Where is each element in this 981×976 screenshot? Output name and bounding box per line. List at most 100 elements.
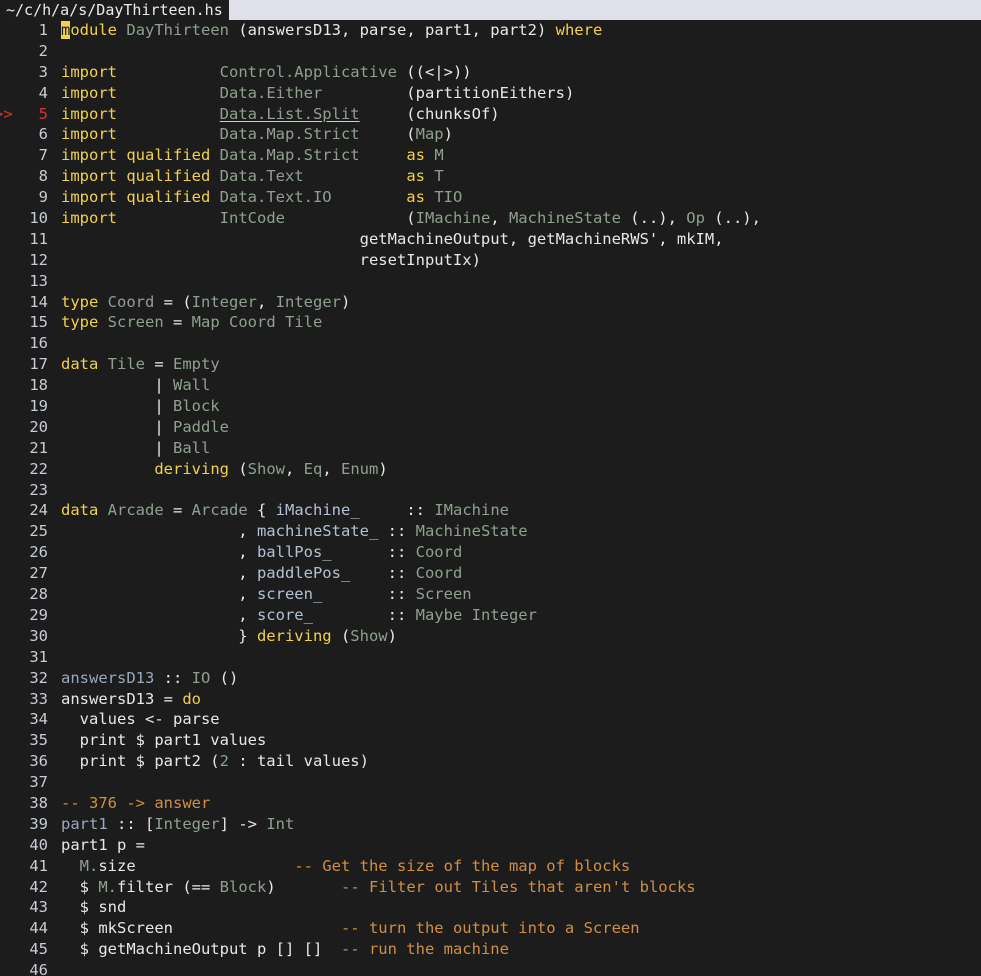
file-tab[interactable]: ~/c/h/a/s/DayThirteen.hs — [0, 0, 229, 20]
code-token: Eq — [303, 459, 323, 478]
code-token: 2 — [219, 752, 229, 771]
code-token: Coord — [107, 292, 155, 311]
code-token: Op — [686, 209, 705, 228]
line-number: 39 — [29, 814, 48, 833]
code-token: (chunksOf) — [359, 104, 500, 123]
code-token: Show — [350, 626, 388, 645]
line-number: 22 — [29, 459, 48, 478]
line-number: 31 — [29, 647, 48, 666]
code-text: M.size -- Get the size of the map of blo… — [61, 856, 631, 877]
code-token: resetInputIx) — [61, 250, 481, 269]
code-token: ( — [331, 626, 351, 645]
code-token: , — [61, 585, 257, 604]
code-token: Coord — [415, 564, 463, 583]
code-line: 30 } deriving (Show) — [0, 626, 981, 647]
code-text: , paddlePos_ :: Coord — [61, 563, 462, 584]
code-line: 17 data Tile = Empty — [0, 354, 981, 375]
code-token: (answersD13, parse, part1, part2) — [229, 21, 556, 39]
line-number: 43 — [29, 898, 48, 917]
code-line: 42 $ M.filter (== Block) -- Filter out T… — [0, 877, 981, 898]
code-token: getMachineOutput, getMachineRWS', mkIM, — [61, 229, 724, 248]
code-token: MachineState — [415, 522, 528, 541]
code-token: : tail values) — [228, 752, 369, 771]
code-line: 41 M.size -- Get the size of the map of … — [0, 856, 981, 877]
code-token: Block — [172, 397, 220, 416]
code-text: | Ball — [61, 438, 210, 459]
code-token: ((<|>)) — [396, 62, 472, 81]
code-token: data — [61, 501, 99, 520]
code-token: ) — [341, 292, 351, 311]
code-token: , — [490, 209, 509, 228]
code-token: part1 — [61, 814, 108, 833]
line-number: 23 — [29, 480, 48, 499]
code-token: -- turn the output into a Screen — [340, 919, 640, 938]
line-number: 37 — [29, 773, 48, 792]
code-token: Wall — [172, 376, 211, 395]
line-number: 33 — [29, 689, 48, 708]
code-token: Data.Map.Strict — [219, 125, 360, 144]
code-token: () — [210, 668, 239, 687]
line-number: 45 — [29, 940, 48, 959]
code-token: -- Get the size of the map of blocks — [294, 856, 631, 875]
code-text: import Data.Map.Strict (Map) — [61, 124, 453, 145]
line-number: 16 — [29, 334, 48, 353]
code-editor[interactable]: 1 module DayThirteen (answersD13, parse, … — [0, 20, 981, 976]
line-number: 14 — [29, 292, 48, 311]
code-token: ( — [228, 459, 248, 478]
code-token: import qualified — [61, 167, 211, 186]
code-line: 10 import IntCode (IMachine, MachineState… — [0, 208, 981, 229]
code-token: as — [406, 188, 425, 207]
code-line: 44 $ mkScreen -- turn the output into a … — [0, 918, 981, 939]
code-text: part1 :: [Integer] -> Int — [61, 814, 294, 835]
code-line: 7 import qualified Data.Map.Strict as M — [0, 145, 981, 166]
code-line: 37 — [0, 772, 981, 793]
code-line: 38 -- 376 -> answer — [0, 793, 981, 814]
line-number: 9 — [38, 188, 48, 207]
line-number: 6 — [38, 125, 48, 144]
code-token: type — [61, 292, 99, 311]
code-text: | Wall — [61, 375, 210, 396]
line-number: 8 — [38, 167, 48, 186]
code-text: import qualified Data.Text as T — [61, 166, 444, 187]
code-line: 2 — [0, 41, 981, 62]
code-token: import qualified — [61, 188, 211, 207]
code-token: import qualified — [61, 146, 211, 165]
code-line: 27 , paddlePos_ :: Coord — [0, 563, 981, 584]
code-line: 32 answersD13 :: IO () — [0, 668, 981, 689]
code-text: deriving (Show, Eq, Enum) — [61, 459, 387, 480]
code-text: , machineState_ :: MachineState — [61, 521, 528, 542]
code-token: IntCode — [219, 209, 285, 228]
code-token: = — [163, 501, 192, 520]
line-number: 34 — [29, 710, 48, 729]
code-token: Screen — [107, 313, 164, 332]
code-token: :: — [359, 501, 435, 520]
line-number: 15 — [29, 313, 48, 332]
line-number: 40 — [29, 835, 48, 854]
code-token: ballPos_ — [256, 543, 332, 562]
code-token: where — [555, 21, 603, 39]
code-token: Enum — [341, 459, 379, 478]
code-token: = ( — [154, 292, 192, 311]
code-text: print $ part2 (2 : tail values) — [61, 751, 369, 772]
line-number: 28 — [29, 585, 48, 604]
code-line: 39 part1 :: [Integer] -> Int — [0, 814, 981, 835]
code-token: Data.Either — [219, 83, 323, 102]
code-text: import IntCode (IMachine, MachineState (… — [61, 208, 761, 229]
tab-bar-empty-area — [228, 0, 981, 20]
code-line: 11 getMachineOutput, getMachineRWS', mkI… — [0, 229, 981, 250]
code-token: :: — [350, 564, 416, 583]
line-number: 21 — [29, 438, 48, 457]
code-token: Ball — [172, 438, 211, 457]
code-token: , — [257, 292, 276, 311]
line-number: 3 — [38, 62, 48, 81]
code-token: , — [322, 459, 341, 478]
